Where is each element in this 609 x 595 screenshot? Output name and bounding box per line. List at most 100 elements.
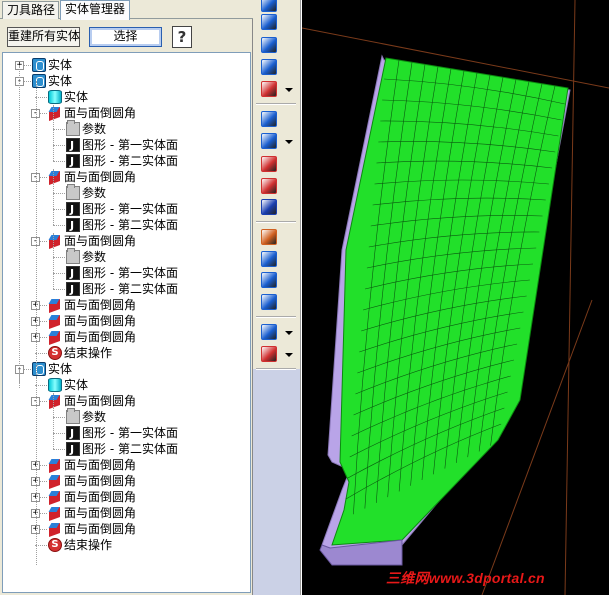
shape-icon (66, 282, 80, 298)
solid-manager-panel: 刀具路径 实体管理器 重建所有实体 选择 ? 实体 + 实体 - 实体 面与面倒圆角 - 参数… (0, 0, 253, 595)
tree-connector (19, 369, 20, 383)
solid-red-icon[interactable] (261, 346, 277, 362)
tree-node-label: 图形 - 第二实体面 (82, 282, 178, 296)
tree-node-label: 实体 (64, 378, 89, 392)
shape-icon (66, 442, 80, 458)
shape-icon (66, 138, 80, 154)
tree-node-label: 结束操作 (64, 346, 113, 360)
help-icon: ? (177, 28, 187, 46)
fillet-icon (48, 394, 62, 408)
fillet-icon (48, 298, 62, 312)
arc-icon[interactable] (261, 37, 277, 53)
select-button[interactable]: 选择 (89, 27, 162, 47)
tree-connector (36, 377, 37, 565)
solid-icon (32, 74, 46, 88)
tree-node-label: 参数 (82, 122, 107, 136)
shape-icon (66, 218, 80, 234)
tree-connector (53, 105, 54, 161)
cylinder-icon (48, 90, 62, 104)
chevron-down-icon[interactable] (285, 88, 293, 92)
tree-node-label: 面与面倒圆角 (64, 314, 137, 328)
draft-icon[interactable] (261, 81, 277, 97)
toolbar-separator (256, 368, 296, 370)
tree-node-label: 图形 - 第二实体面 (82, 154, 178, 168)
tree-node-label: 实体 (48, 362, 73, 376)
tree-connector (53, 209, 65, 210)
viewport-canvas[interactable] (302, 0, 609, 595)
help-button[interactable]: ? (172, 26, 192, 48)
tree-connector (53, 161, 65, 162)
tree-node-label: 实体 (48, 74, 73, 88)
tree-node-label: 面与面倒圆角 (64, 106, 137, 120)
tree-node-label: 参数 (82, 250, 107, 264)
tab-solid-manager[interactable]: 实体管理器 (60, 0, 130, 20)
rebuild-all-solids-button[interactable]: 重建所有实体 (7, 27, 80, 47)
tree-node-label: 面与面倒圆角 (64, 234, 137, 248)
layout-icon[interactable] (261, 251, 277, 267)
toolbar-separator (256, 221, 296, 223)
shape-icon (66, 266, 80, 282)
fillet-icon (48, 170, 62, 184)
tree-node-label: 实体 (48, 58, 73, 72)
tree-node-label: 图形 - 第一实体面 (82, 426, 178, 440)
solids-toolbar (253, 0, 301, 595)
fillet-icon (48, 458, 62, 472)
arrow-up-icon[interactable] (261, 0, 277, 12)
tree-connector (53, 449, 65, 450)
tree-connector (53, 193, 65, 194)
tab-toolpaths[interactable]: 刀具路径 (2, 1, 59, 19)
shell-icon[interactable] (261, 111, 277, 127)
box-icon[interactable] (261, 199, 277, 215)
fillet-icon (48, 330, 62, 344)
tree-connector (53, 233, 54, 289)
solid-icon (32, 58, 46, 72)
shape-icon (66, 426, 80, 442)
tree-connector (53, 433, 65, 434)
folder-icon (66, 248, 80, 264)
tree-node-label: 面与面倒圆角 (64, 474, 137, 488)
tree-node-label: 图形 - 第一实体面 (82, 202, 178, 216)
tree-node-label: 面与面倒圆角 (64, 522, 137, 536)
folder-icon (66, 408, 80, 424)
fillet-icon (48, 106, 62, 120)
solid-icon (32, 362, 46, 376)
report-icon[interactable] (261, 294, 277, 310)
tree-connector (53, 225, 65, 226)
tree-connector (53, 289, 65, 290)
fillet-icon (48, 474, 62, 488)
fillet-icon (48, 490, 62, 504)
cylinder-icon (48, 378, 62, 392)
tree-connector (19, 65, 20, 388)
extrude-icon[interactable] (261, 229, 277, 245)
tree-connector (53, 273, 65, 274)
tree-connector (53, 393, 54, 449)
tree-connector (53, 145, 65, 146)
graphics-viewport[interactable]: 三维网www.3dportal.cn (302, 0, 609, 595)
views-icon[interactable] (261, 324, 277, 340)
tree-node-label: 参数 (82, 410, 107, 424)
tree-node-label: 面与面倒圆角 (64, 298, 137, 312)
trim-icon[interactable] (261, 156, 277, 172)
boolean-icon[interactable] (261, 133, 277, 149)
panel-tabs: 刀具路径 实体管理器 (0, 0, 253, 20)
solid-tree[interactable]: 实体+实体-实体面与面倒圆角-参数图形 - 第一实体面图形 - 第二实体面面与面… (2, 52, 251, 593)
tree-node-label: 图形 - 第一实体面 (82, 138, 178, 152)
chevron-down-icon[interactable] (285, 331, 293, 335)
tree-node-label: 面与面倒圆角 (64, 506, 137, 520)
tree-node-label: 面与面倒圆角 (64, 490, 137, 504)
shape-icon (66, 154, 80, 170)
shape-icon (66, 202, 80, 218)
rotate-icon[interactable] (261, 14, 277, 30)
fillet-icon (48, 314, 62, 328)
tree-node-label: 面与面倒圆角 (64, 330, 137, 344)
arrow-down-icon[interactable] (261, 59, 277, 75)
thicken-icon[interactable] (261, 178, 277, 194)
tree-node-label: 面与面倒圆角 (64, 458, 137, 472)
folder-icon (66, 120, 80, 136)
tree-node-label: 图形 - 第二实体面 (82, 442, 178, 456)
chevron-down-icon[interactable] (285, 353, 293, 357)
eraser-icon[interactable] (261, 272, 277, 288)
end-operation-icon (48, 538, 62, 552)
tree-node-label: 面与面倒圆角 (64, 170, 137, 184)
chevron-down-icon[interactable] (285, 140, 293, 144)
